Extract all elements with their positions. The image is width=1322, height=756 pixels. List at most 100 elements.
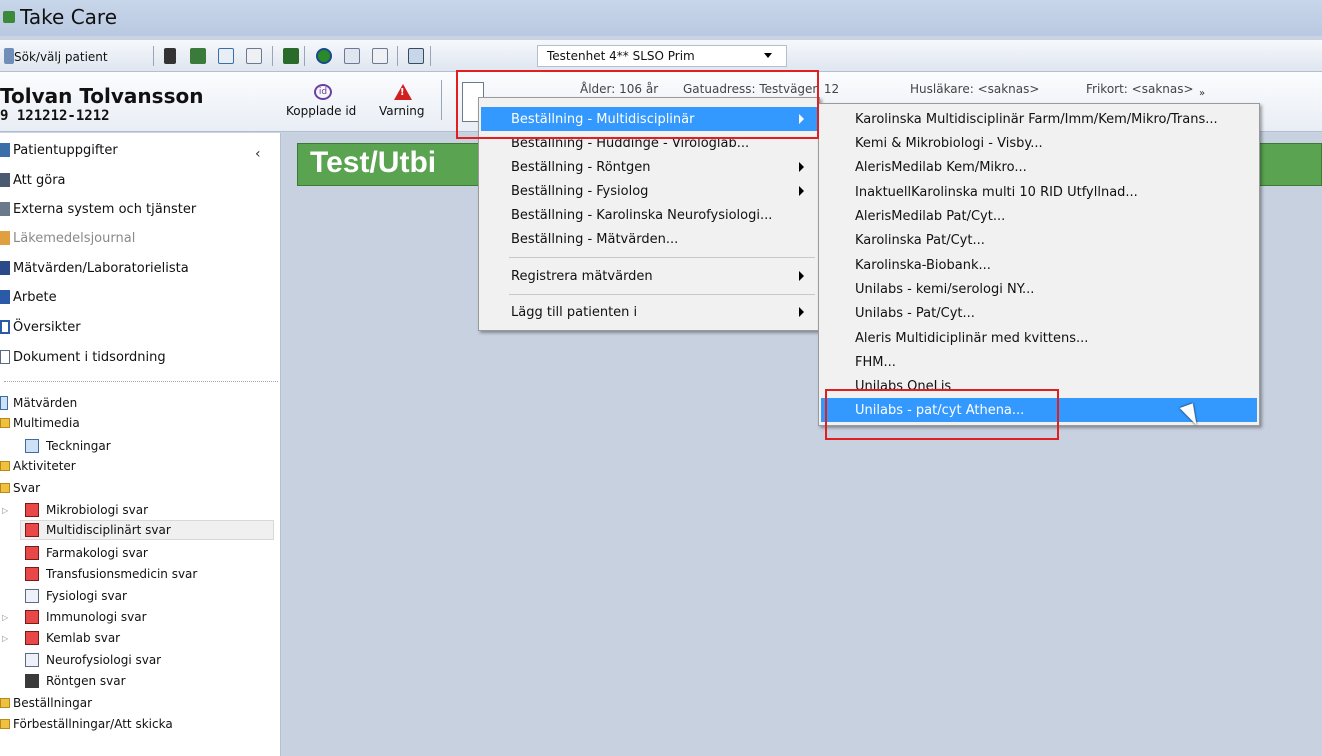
xray-icon	[25, 674, 39, 688]
search-patient-icon	[4, 48, 14, 64]
annotation-highlight-box	[825, 389, 1059, 440]
tree-item-label: Kemlab svar	[46, 631, 121, 645]
submenu-item[interactable]: Kemi & Mikrobiologi - Visby...	[821, 131, 1257, 155]
tree-item-label: Aktiviteter	[13, 459, 76, 473]
lab-list-icon	[0, 261, 10, 275]
user-group-icon[interactable]	[283, 48, 299, 64]
tree-item-immunologi-svar[interactable]: ▷ Immunologi svar	[0, 607, 280, 627]
submenu-item-label: AlerisMedilab Pat/Cyt...	[855, 208, 1006, 224]
tree-item-label: Immunologi svar	[46, 610, 147, 624]
menu-item-label: Beställning - Mätvärden...	[511, 231, 679, 247]
calendar-icon[interactable]	[218, 48, 234, 64]
submenu-item[interactable]: AlerisMedilab Kem/Mikro...	[821, 155, 1257, 179]
sidebar-item-label: Att göra	[13, 172, 66, 188]
menu-item-bestallning-karolinska-neurofysiologi[interactable]: Beställning - Karolinska Neurofysiologi.…	[481, 203, 817, 227]
menu-separator	[509, 294, 815, 295]
submenu-item[interactable]: FHM...	[821, 350, 1257, 374]
tree-item-transfusionsmedicin-svar[interactable]: Transfusionsmedicin svar	[0, 564, 280, 584]
menu-item-label: Lägg till patienten i	[511, 304, 638, 320]
submenu-item-label: Aleris Multidiciplinär med kvittens...	[855, 330, 1089, 346]
submenu-item[interactable]: AlerisMedilab Pat/Cyt...	[821, 204, 1257, 228]
submenu-item-label: Unilabs - Pat/Cyt...	[855, 305, 975, 321]
waveform-icon	[25, 589, 39, 603]
warning-button[interactable]: Varning	[379, 104, 425, 118]
submenu-item[interactable]: Karolinska Pat/Cyt...	[821, 228, 1257, 252]
tree-item-label: Förbeställningar/Att skicka	[13, 717, 173, 731]
folder-icon	[0, 719, 10, 729]
tree-item-multidisciplinart-svar[interactable]: Multidisciplinärt svar	[20, 520, 274, 540]
lab-report-icon	[25, 523, 39, 537]
menu-item-bestallning-fysiolog[interactable]: Beställning - Fysiolog	[481, 179, 817, 203]
book-icon[interactable]	[164, 48, 176, 64]
submenu-item-label: Karolinska-Biobank...	[855, 257, 991, 273]
lab-report-icon	[25, 567, 39, 581]
tree-item-mikrobiologi-svar[interactable]: ▷ Mikrobiologi svar	[0, 500, 280, 520]
submenu-item[interactable]: Karolinska-Biobank...	[821, 253, 1257, 277]
patient-bar-separator	[441, 80, 442, 120]
tree-item-rontgen-svar[interactable]: Röntgen svar	[0, 671, 280, 691]
care-unit-select-value: Testenhet 4** SLSO Prim	[547, 49, 695, 63]
checklist-icon[interactable]	[246, 48, 262, 64]
tree-item-neurofysiologi-svar[interactable]: Neurofysiologi svar	[0, 650, 280, 670]
menu-item-registrera-matvarden[interactable]: Registrera mätvärden	[481, 264, 817, 288]
tree-item-farmakologi-svar[interactable]: Farmakologi svar	[0, 543, 280, 563]
menu-item-label: Registrera mätvärden	[511, 268, 653, 284]
submenu-item[interactable]: Aleris Multidiciplinär med kvittens...	[821, 326, 1257, 350]
submenu-item[interactable]: InaktuellKarolinska multi 10 RID Utfylln…	[821, 180, 1257, 204]
lab-report-icon	[25, 610, 39, 624]
tree-item-teckningar[interactable]: Teckningar	[0, 436, 280, 456]
search-patient-button[interactable]: Sök/välj patient	[14, 48, 108, 66]
patient-name: Tolvan Tolvansson	[0, 84, 204, 108]
tree-item-bestallningar[interactable]: Beställningar	[0, 693, 280, 713]
submenu-item[interactable]: Unilabs - Pat/Cyt...	[821, 301, 1257, 325]
toolbar-separator	[153, 46, 154, 66]
menu-item-bestallning-matvarden[interactable]: Beställning - Mätvärden...	[481, 227, 817, 251]
warning-icon: !	[394, 84, 412, 100]
unit-banner-text: Test/Utbi	[310, 146, 437, 179]
menu-item-bestallning-rontgen[interactable]: Beställning - Röntgen	[481, 155, 817, 179]
tree-item-label: Mätvärden	[13, 396, 78, 410]
submenu-item-label: InaktuellKarolinska multi 10 RID Utfylln…	[855, 184, 1138, 200]
care-unit-select[interactable]: Testenhet 4** SLSO Prim	[537, 45, 787, 67]
linked-ids-button[interactable]: Kopplade id	[286, 104, 356, 118]
sidebar-item-label: Läkemedelsjournal	[13, 230, 136, 246]
tree-item-fysiologi-svar[interactable]: Fysiologi svar	[0, 586, 280, 606]
external-systems-icon	[0, 202, 10, 216]
computer-icon[interactable]	[408, 48, 424, 64]
tree-item-multimedia[interactable]: Multimedia	[0, 413, 280, 433]
menu-item-lagg-till-patienten-i[interactable]: Lägg till patienten i	[481, 300, 817, 324]
patients-icon[interactable]	[190, 48, 206, 64]
tree-item-svar[interactable]: Svar	[0, 478, 280, 498]
tree-item-aktiviteter[interactable]: Aktiviteter	[0, 456, 280, 476]
sidebar-item-label: Patientuppgifter	[13, 142, 118, 158]
expand-arrow-icon[interactable]: ▷	[2, 506, 8, 515]
submenu-item-label: Kemi & Mikrobiologi - Visby...	[855, 135, 1043, 151]
submenu-item[interactable]: Unilabs - kemi/serologi NY...	[821, 277, 1257, 301]
expand-arrow-icon[interactable]: ▷	[2, 613, 8, 622]
sidebar-item-label: Mätvärden/Laboratorielista	[13, 260, 189, 276]
linked-id-icon: id	[314, 84, 332, 100]
tree-item-forbestallningar[interactable]: Förbeställningar/Att skicka	[0, 714, 280, 734]
tree-item-label: Mikrobiologi svar	[46, 503, 149, 517]
submenu-arrow-icon	[799, 186, 804, 196]
menu-item-label: Beställning - Karolinska Neurofysiologi.…	[511, 207, 773, 223]
collapse-sidebar-icon[interactable]: ‹	[255, 146, 261, 162]
submenu-item[interactable]: Karolinska Multidisciplinär Farm/Imm/Kem…	[821, 107, 1257, 131]
submenu-item-label: Karolinska Multidisciplinär Farm/Imm/Kem…	[855, 111, 1218, 127]
tree-item-matvarden[interactable]: Mätvärden	[0, 393, 280, 413]
globe-icon[interactable]	[316, 48, 332, 64]
overview-icon	[0, 320, 10, 334]
tree-item-kemlab-svar[interactable]: ▷ Kemlab svar	[0, 628, 280, 648]
title-bar: Take Care	[0, 0, 1322, 36]
patient-gp: Husläkare: <saknas>	[910, 82, 1040, 96]
submenu-arrow-icon	[799, 162, 804, 172]
window-add-icon[interactable]	[344, 48, 360, 64]
patient-frikort: Frikort: <saknas>	[1086, 82, 1194, 96]
screen-icon[interactable]	[372, 48, 388, 64]
tree-item-label: Beställningar	[13, 696, 93, 710]
menu-separator	[509, 257, 815, 258]
expand-chevron-icon[interactable]: »	[1199, 88, 1205, 99]
sidebar-divider	[4, 381, 278, 382]
tree-item-label: Röntgen svar	[46, 674, 126, 688]
expand-arrow-icon[interactable]: ▷	[2, 634, 8, 643]
